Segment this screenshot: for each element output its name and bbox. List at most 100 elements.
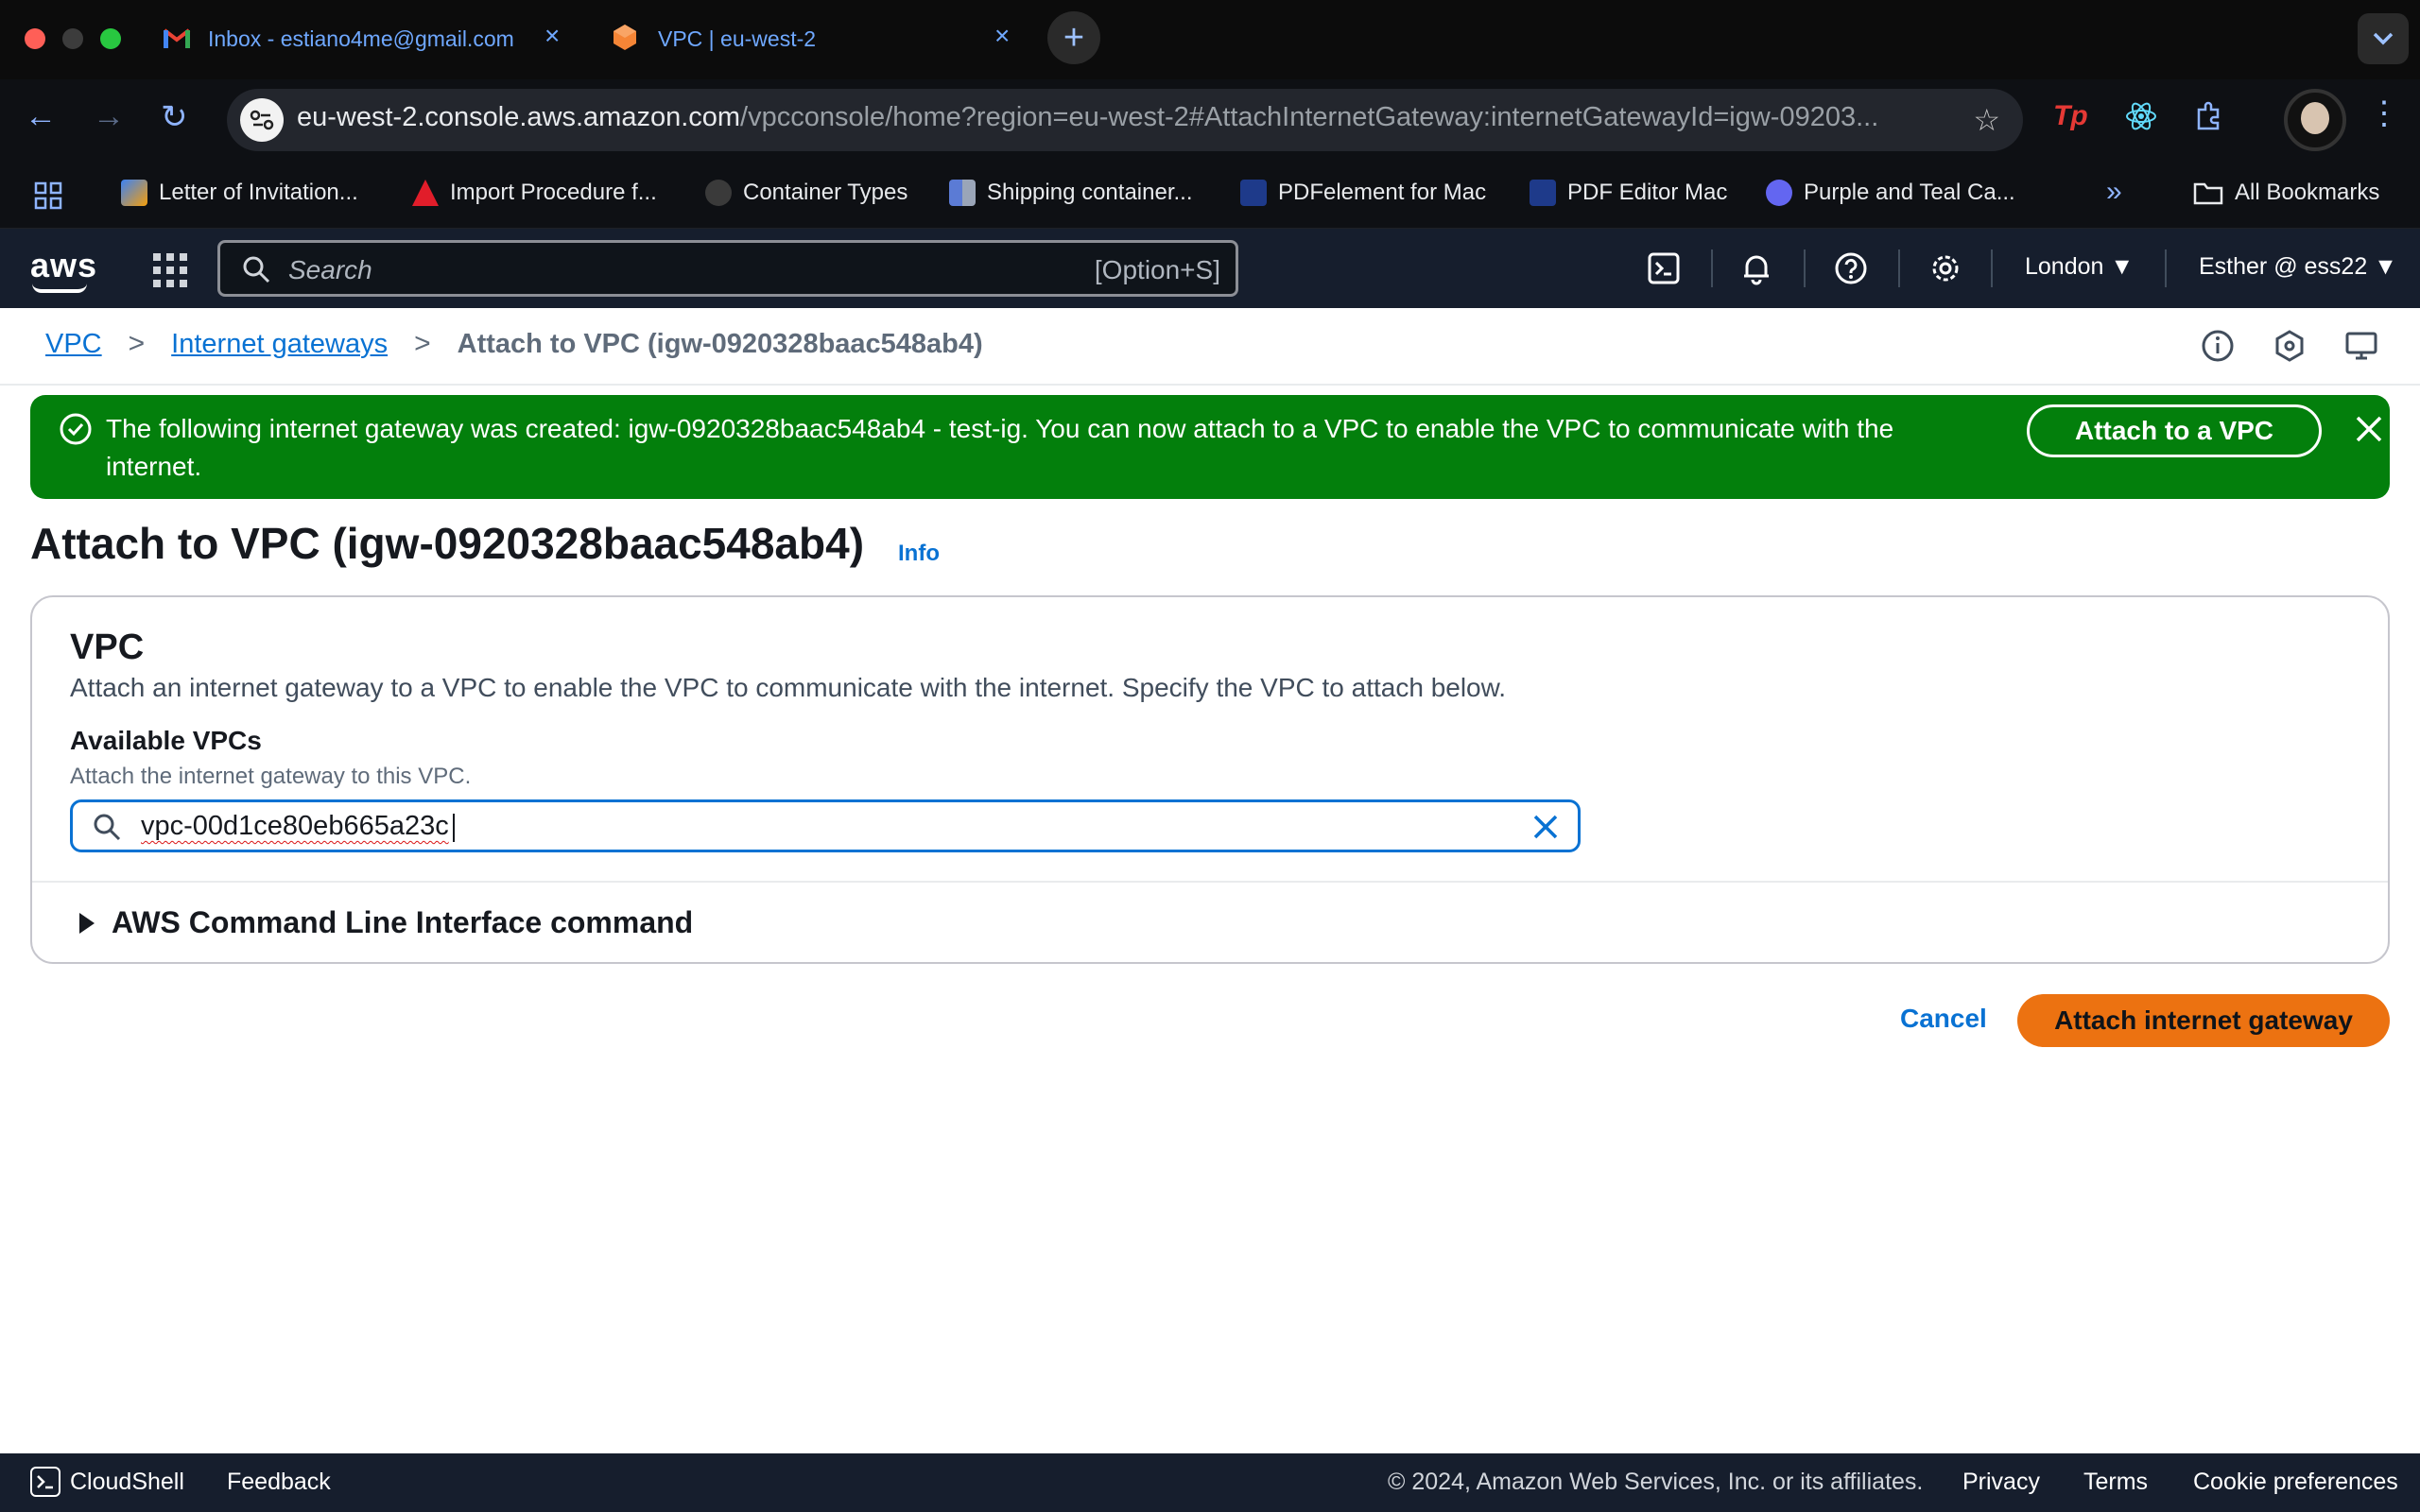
success-flash-banner: The following internet gateway was creat… (30, 395, 2390, 499)
vpc-input-value: vpc-00d1ce80eb665a23c (141, 811, 449, 841)
cloudshell-icon[interactable] (1647, 251, 1681, 285)
vpc-autosuggest-input[interactable]: vpc-00d1ce80eb665a23c (70, 799, 1581, 852)
forward-arrow-icon[interactable]: → (93, 98, 125, 135)
browser-menu-icon[interactable]: ⋮ (2368, 94, 2400, 132)
account-menu[interactable]: Esther @ ess22 ▼ (2199, 253, 2397, 281)
vpc-container: VPC Attach an internet gateway to a VPC … (30, 595, 2390, 964)
cancel-button[interactable]: Cancel (1900, 1004, 1987, 1034)
breadcrumb-current: Attach to VPC (igw-0920328baac548ab4) (457, 328, 983, 359)
apps-grid-icon[interactable] (34, 181, 62, 210)
back-arrow-icon[interactable]: ← (25, 98, 57, 135)
breadcrumb-divider (0, 384, 2420, 386)
react-devtools-icon[interactable] (2125, 100, 2157, 140)
aws-logo[interactable]: aws (30, 246, 97, 285)
bookmark-favicon (1240, 180, 1267, 206)
section-title: VPC (70, 627, 145, 667)
clear-input-icon[interactable] (1530, 812, 1561, 842)
bookmark-label: Shipping container... (987, 180, 1193, 205)
page-title: Attach to VPC (igw-0920328baac548ab4) (30, 519, 865, 568)
cloudshell-icon[interactable] (30, 1467, 60, 1497)
folder-icon (2193, 182, 2223, 205)
privacy-link[interactable]: Privacy (1962, 1469, 2040, 1496)
bookmark-label: Import Procedure f... (450, 180, 657, 205)
attach-internet-gateway-button[interactable]: Attach internet gateway (2017, 994, 2390, 1047)
breadcrumb-vpc-link[interactable]: VPC (45, 329, 102, 360)
section-divider (32, 881, 2388, 883)
cloudshell-link[interactable]: CloudShell (70, 1469, 184, 1496)
window-minimize-button[interactable] (62, 28, 83, 49)
help-icon[interactable] (1834, 251, 1868, 285)
breadcrumb-separator: > (414, 328, 431, 359)
url-text: eu-west-2.console.aws.amazon.com/vpccons… (297, 102, 1942, 133)
info-link[interactable]: Info (898, 541, 940, 567)
aws-logo-smile (32, 284, 87, 293)
text-caret (453, 814, 455, 842)
profile-avatar[interactable] (2284, 89, 2346, 151)
url-path: /vpcconsole/home?region=eu-west-2#Attach… (740, 102, 1879, 132)
reload-icon[interactable]: ↻ (161, 98, 188, 136)
tp-extension-icon[interactable]: Tp (2053, 100, 2088, 132)
header-divider (1711, 249, 1713, 287)
bookmark-item[interactable]: Letter of Invitation... (121, 180, 358, 206)
bookmark-favicon (705, 180, 732, 206)
cookie-preferences-link[interactable]: Cookie preferences (2193, 1469, 2398, 1496)
caret-right-icon (79, 912, 95, 934)
tab-close-icon[interactable]: × (544, 21, 560, 51)
bookmark-favicon (1766, 180, 1792, 206)
window-close-button[interactable] (25, 28, 45, 49)
close-icon[interactable] (2352, 412, 2386, 446)
breadcrumb-internet-gateways-link[interactable]: Internet gateways (171, 329, 388, 360)
bookmark-label: PDF Editor Mac (1567, 180, 1728, 205)
tab-search-button[interactable] (2358, 13, 2409, 64)
feedback-link[interactable]: Feedback (227, 1469, 331, 1496)
bookmark-item[interactable]: PDF Editor Mac (1530, 180, 1727, 206)
bookmark-star-icon[interactable]: ☆ (1973, 102, 2000, 138)
bookmark-label: Letter of Invitation... (159, 180, 358, 205)
attach-to-vpc-button[interactable]: Attach to a VPC (2027, 404, 2322, 457)
breadcrumb-separator: > (128, 328, 146, 359)
browser-tab-gmail[interactable]: Inbox - estiano4me@gmail.com × (151, 11, 586, 66)
header-divider (1991, 249, 1993, 287)
notifications-bell-icon[interactable] (1739, 251, 1773, 285)
tab-title: Inbox - estiano4me@gmail.com (208, 26, 514, 51)
cli-command-expander[interactable]: AWS Command Line Interface command (79, 905, 693, 940)
bookmark-label: PDFelement for Mac (1278, 180, 1487, 205)
all-bookmarks-label: All Bookmarks (2235, 180, 2380, 205)
region-selector[interactable]: London ▼ (2025, 253, 2134, 281)
bookmark-label: Purple and Teal Ca... (1804, 180, 2015, 205)
search-icon (243, 256, 270, 284)
address-bar[interactable]: eu-west-2.console.aws.amazon.com/vpccons… (227, 89, 2023, 151)
terms-link[interactable]: Terms (2083, 1469, 2148, 1496)
browser-tab-vpc[interactable]: VPC | eu-west-2 × (601, 11, 1036, 66)
bookmark-item[interactable]: Import Procedure f... (412, 180, 657, 206)
check-circle-icon (60, 413, 92, 445)
console-footer: CloudShell Feedback © 2024, Amazon Web S… (0, 1453, 2420, 1512)
hexagon-settings-icon[interactable] (2273, 329, 2307, 363)
bookmarks-bar: Letter of Invitation... Import Procedure… (0, 161, 2420, 229)
available-vpcs-description: Attach the internet gateway to this VPC. (70, 764, 472, 789)
extensions-puzzle-icon[interactable] (2193, 100, 2225, 140)
bookmark-item[interactable]: Purple and Teal Ca... (1766, 180, 2015, 206)
available-vpcs-label: Available VPCs (70, 726, 262, 755)
aws-top-nav: aws Search [Option+S] London ▼ Esther @ … (0, 229, 2420, 308)
bookmarks-overflow-button[interactable]: » (2106, 176, 2122, 208)
new-tab-button[interactable]: + (1047, 11, 1100, 64)
cli-expander-label: AWS Command Line Interface command (112, 905, 694, 939)
aws-service-icon (611, 23, 639, 56)
settings-gear-icon[interactable] (1928, 251, 1962, 285)
bookmark-item[interactable]: PDFelement for Mac (1240, 180, 1486, 206)
all-bookmarks-button[interactable]: All Bookmarks (2193, 180, 2379, 206)
copyright-text: © 2024, Amazon Web Services, Inc. or its… (1388, 1469, 1924, 1495)
flash-message: The following internet gateway was creat… (106, 414, 1894, 481)
display-settings-icon[interactable] (2344, 329, 2378, 363)
aws-search-input[interactable]: Search [Option+S] (217, 240, 1238, 297)
info-icon[interactable] (2201, 329, 2235, 363)
bookmark-item[interactable]: Container Types (705, 180, 908, 206)
search-shortcut: [Option+S] (1094, 255, 1220, 284)
services-menu-icon[interactable] (153, 253, 187, 287)
site-info-icon[interactable] (240, 98, 284, 142)
tab-close-icon[interactable]: × (994, 21, 1010, 51)
window-zoom-button[interactable] (100, 28, 121, 49)
bookmark-item[interactable]: Shipping container... (949, 180, 1193, 206)
header-divider (2165, 249, 2167, 287)
